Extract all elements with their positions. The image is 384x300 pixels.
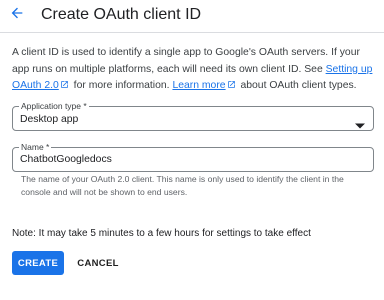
name-hint: The name of your OAuth 2.0 client. This …: [21, 174, 344, 197]
back-button[interactable]: [6, 4, 28, 26]
page-title: Create OAuth client ID: [41, 6, 202, 23]
application-type-label: Application type *: [19, 100, 89, 112]
application-type-select[interactable]: Application type * Desktop app: [12, 100, 374, 131]
learn-more-link-label: Learn more: [172, 80, 226, 91]
arrow-back-icon: [9, 5, 25, 26]
description-part-3: about OAuth client types.: [237, 80, 357, 91]
open-in-new-icon: [227, 79, 236, 96]
settings-note: Note: It may take 5 minutes to a few hou…: [12, 228, 311, 239]
name-field[interactable]: Name *: [12, 141, 374, 172]
description-part-1: A client ID is used to identify a single…: [12, 47, 360, 75]
description-text: A client ID is used to identify a single…: [12, 45, 380, 96]
description-part-2: for more information.: [70, 80, 173, 91]
arrow-drop-down-icon: [355, 116, 365, 129]
learn-more-link[interactable]: Learn more: [172, 80, 237, 91]
cancel-button[interactable]: CANCEL: [72, 251, 124, 275]
header-divider: [0, 32, 384, 33]
application-type-value: Desktop app: [20, 114, 79, 125]
open-in-new-icon: [60, 79, 69, 96]
create-button[interactable]: CREATE: [12, 251, 64, 275]
page-header: Create OAuth client ID: [0, 0, 384, 32]
name-input[interactable]: [13, 148, 373, 171]
